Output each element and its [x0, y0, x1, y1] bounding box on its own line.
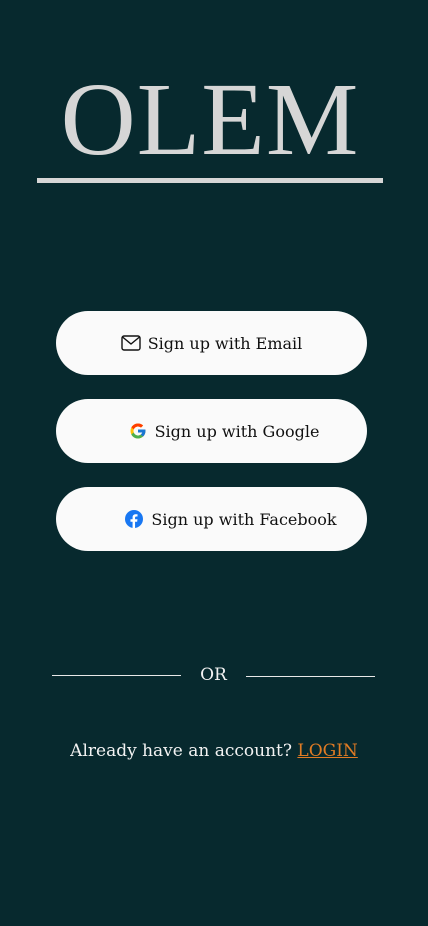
signup-google-button[interactable]: Sign up with Google: [56, 399, 367, 463]
mail-icon: [120, 333, 141, 353]
logo-underline: [37, 178, 383, 183]
logo-text: OLEM: [60, 62, 360, 177]
login-prompt-row: Already have an account? LOGIN: [0, 741, 428, 761]
divider-line-right: [246, 676, 375, 677]
google-icon: [128, 421, 148, 441]
or-divider-text: OR: [200, 665, 227, 685]
signup-google-label: Sign up with Google: [154, 421, 320, 441]
divider-line-left: [52, 675, 181, 676]
signup-facebook-label: Sign up with Facebook: [151, 509, 337, 529]
signup-email-label: Sign up with Email: [147, 333, 303, 353]
signup-email-button[interactable]: Sign up with Email: [56, 311, 367, 375]
login-prompt-text: Already have an account?: [70, 741, 298, 761]
signup-facebook-button[interactable]: Sign up with Facebook: [56, 487, 367, 551]
app-logo: OLEM: [37, 62, 383, 183]
facebook-icon: [124, 509, 144, 529]
login-link[interactable]: LOGIN: [297, 741, 357, 761]
